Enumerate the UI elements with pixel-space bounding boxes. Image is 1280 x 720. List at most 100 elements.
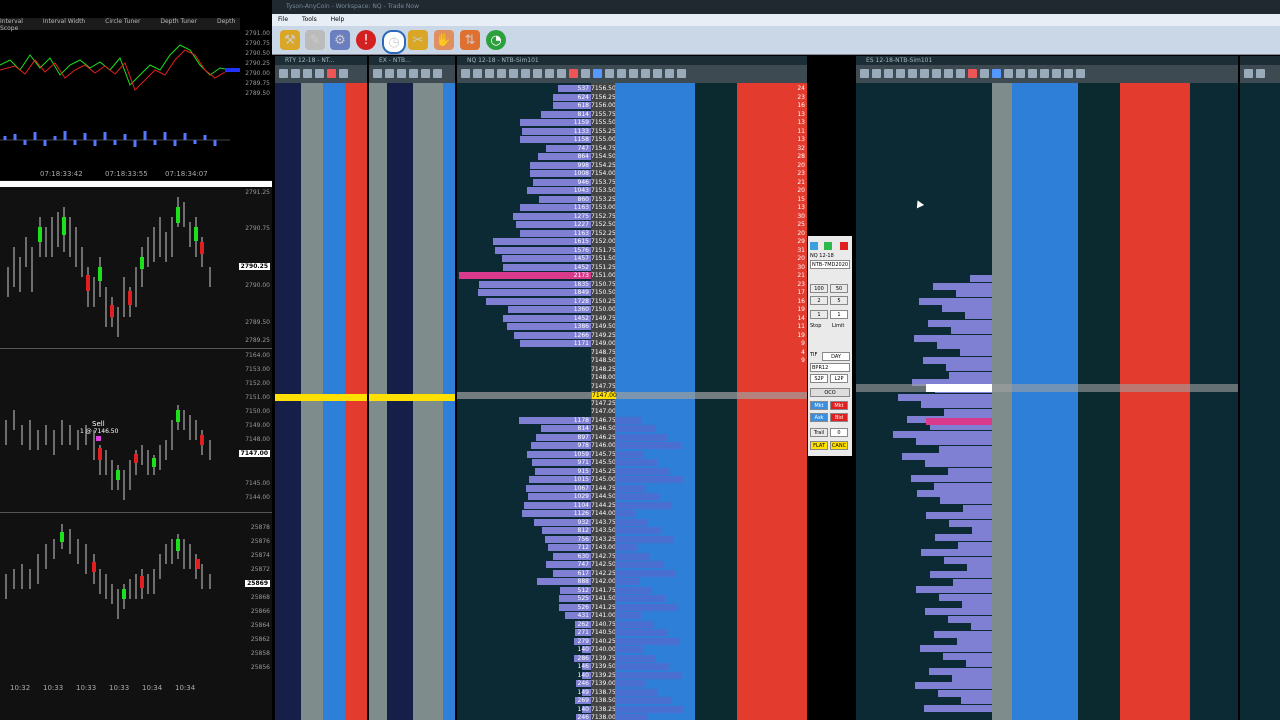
ask-size-cell[interactable]: 431 xyxy=(549,612,591,619)
bid-size-cell[interactable]: 946 xyxy=(549,179,591,186)
price-cell[interactable]: 7144.25 xyxy=(591,502,617,509)
price-column[interactable] xyxy=(413,83,443,720)
toolbar-interval[interactable]: Interval xyxy=(0,18,23,25)
price-cell[interactable]: 7147.25 xyxy=(591,400,617,407)
ask-size-cell[interactable]: 246 xyxy=(549,714,591,720)
candlestick-chart-1[interactable] xyxy=(0,187,238,347)
bid-size-cell[interactable]: 1615 xyxy=(549,238,591,245)
bid-size-cell[interactable]: 1835 xyxy=(549,281,591,288)
ask-button[interactable]: Ask xyxy=(810,413,828,422)
price-cell[interactable]: 7141.25 xyxy=(591,604,617,611)
price-cell[interactable]: 7146.50 xyxy=(591,425,617,432)
sell-market-button[interactable]: Mkt xyxy=(830,401,848,410)
bid-size-cell[interactable]: 1275 xyxy=(549,213,591,220)
bid-size-cell[interactable]: 1576 xyxy=(549,247,591,254)
red-box-icon[interactable] xyxy=(840,242,848,250)
ask-size-cell[interactable]: 971 xyxy=(549,459,591,466)
bid-size-cell[interactable]: 1386 xyxy=(549,323,591,330)
price-cell[interactable]: 7142.00 xyxy=(591,578,617,585)
bid-size-cell[interactable]: 2173 xyxy=(549,272,591,279)
ladder-window-rty[interactable]: RTY 12-18 - NT... xyxy=(275,56,367,720)
ladder-window-partial[interactable] xyxy=(1240,56,1280,720)
bid-size-cell[interactable]: 537 xyxy=(549,85,591,92)
clock-icon[interactable]: ◷ xyxy=(382,30,406,54)
ask-size-cell[interactable]: 978 xyxy=(549,442,591,449)
ask-size-cell[interactable]: 814 xyxy=(549,425,591,432)
ladder-window-es[interactable]: ES 12-18-NTB-Sim101 xyxy=(856,56,1238,720)
tif-select[interactable]: DAY xyxy=(822,352,850,361)
limit-radio[interactable]: Limit xyxy=(832,323,844,329)
price-cell[interactable]: 7152.25 xyxy=(591,230,617,237)
price-cell[interactable]: 7138.00 xyxy=(591,714,617,720)
ask-size-column[interactable] xyxy=(1012,83,1078,720)
candlestick-chart-3[interactable] xyxy=(0,514,238,684)
price-cell[interactable]: 7138.50 xyxy=(591,697,617,704)
price-cell[interactable]: 7147.00 xyxy=(591,408,617,415)
bid-size-cell[interactable]: 814 xyxy=(549,111,591,118)
price-cell[interactable]: 7140.25 xyxy=(591,638,617,645)
price-cell[interactable]: 7142.25 xyxy=(591,570,617,577)
ask-size-cell[interactable]: 286 xyxy=(549,655,591,662)
price-cell[interactable]: 7144.50 xyxy=(591,493,617,500)
ask-size-cell[interactable]: 140 xyxy=(549,706,591,713)
price-cell[interactable]: 7145.75 xyxy=(591,451,617,458)
price-cell[interactable]: 7146.75 xyxy=(591,417,617,424)
bid-size-cell[interactable]: 864 xyxy=(549,153,591,160)
ask-size-cell[interactable]: 262 xyxy=(549,621,591,628)
ask-size-cell[interactable]: 1059 xyxy=(549,451,591,458)
price-cell[interactable]: 7153.75 xyxy=(591,179,617,186)
bid-size-cell[interactable]: 1158 xyxy=(549,136,591,143)
price-cell[interactable]: 7144.75 xyxy=(591,485,617,492)
qty-button[interactable]: 5 xyxy=(830,296,848,305)
price-cell[interactable]: 7151.25 xyxy=(591,264,617,271)
bid-size-cell[interactable]: 1360 xyxy=(549,306,591,313)
ask-size-cell[interactable]: 149 xyxy=(549,689,591,696)
toolbar-circle-tuner[interactable]: Circle Tuner xyxy=(105,18,140,25)
trail-button[interactable]: Trail xyxy=(810,428,828,437)
price-cell[interactable]: 7139.50 xyxy=(591,663,617,670)
price-cell[interactable]: 7150.50 xyxy=(591,289,617,296)
flat-button[interactable]: FLAT xyxy=(810,441,828,450)
red-order-column[interactable] xyxy=(345,83,367,720)
l2p-button[interactable]: L2P xyxy=(830,374,848,383)
qty-button[interactable]: 1 xyxy=(810,310,828,319)
bid-size-cell[interactable]: 1266 xyxy=(549,332,591,339)
quantity-field[interactable]: 1 xyxy=(830,310,848,319)
ladder-window-ex[interactable]: EX - NTB... xyxy=(369,56,455,720)
green-box-icon[interactable] xyxy=(824,242,832,250)
ask-size-cell[interactable]: 932 xyxy=(549,519,591,526)
price-cell[interactable]: 7143.25 xyxy=(591,536,617,543)
price-cell[interactable]: 7139.75 xyxy=(591,655,617,662)
price-cell[interactable]: 7139.00 xyxy=(591,680,617,687)
ask-size-cell[interactable]: 1178 xyxy=(549,417,591,424)
price-cell[interactable]: 7148.00 xyxy=(591,374,617,381)
hand-icon[interactable]: ✋ xyxy=(434,30,454,50)
price-cell[interactable]: 7155.75 xyxy=(591,111,617,118)
volume-profile-column[interactable] xyxy=(1120,83,1190,720)
ask-size-cell[interactable]: 140 xyxy=(549,672,591,679)
price-cell[interactable]: 7142.75 xyxy=(591,553,617,560)
bid-size-cell[interactable]: 1849 xyxy=(549,289,591,296)
ask-size-cell[interactable]: 1126 xyxy=(549,510,591,517)
price-cell[interactable]: 7148.50 xyxy=(591,357,617,364)
price-cell[interactable]: 7140.00 xyxy=(591,646,617,653)
qty-button[interactable]: 2 xyxy=(810,296,828,305)
price-cell[interactable]: 7148.75 xyxy=(591,349,617,356)
price-cell[interactable]: 7141.00 xyxy=(591,612,617,619)
qty-button[interactable]: 50 xyxy=(830,284,848,293)
price-cell[interactable]: 7143.75 xyxy=(591,519,617,526)
price-column[interactable] xyxy=(992,83,1012,720)
price-cell[interactable]: 7151.75 xyxy=(591,247,617,254)
ask-size-cell[interactable]: 897 xyxy=(549,434,591,441)
price-cell[interactable]: 7145.25 xyxy=(591,468,617,475)
price-column[interactable] xyxy=(301,83,323,720)
ticket-icon[interactable]: ✎ xyxy=(305,30,325,50)
price-cell[interactable]: 7156.00 xyxy=(591,102,617,109)
chart-icon[interactable]: ⇅ xyxy=(460,30,480,50)
bid-size-cell[interactable]: 1728 xyxy=(549,298,591,305)
price-column[interactable] xyxy=(369,83,387,720)
price-cell[interactable]: 7141.75 xyxy=(591,587,617,594)
bid-size-column[interactable]: 537 624 618 814 1159 1133 1158 747 864 998 1008 946… xyxy=(457,83,591,720)
price-cell[interactable]: 7154.75 xyxy=(591,145,617,152)
qty-button[interactable]: 100 xyxy=(810,284,828,293)
